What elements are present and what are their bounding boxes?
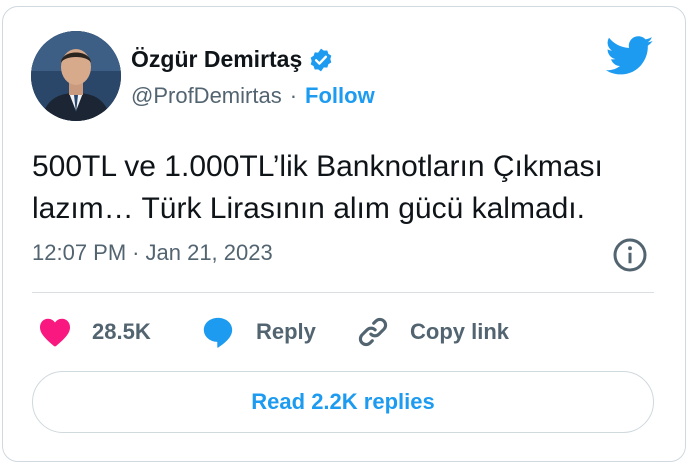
handle-separator: · <box>289 83 298 108</box>
tweet-text: 500TL ve 1.000TL’lik Banknotların Çıkmas… <box>32 146 662 230</box>
tweet-date: Jan 21, 2023 <box>145 240 273 265</box>
tweet-time: 12:07 PM <box>32 240 127 265</box>
follow-button[interactable]: Follow <box>305 83 375 109</box>
reply-button[interactable]: Reply <box>200 312 316 352</box>
reply-bubble-icon <box>203 317 233 348</box>
divider <box>32 292 654 293</box>
avatar-photo <box>31 31 121 121</box>
heart-icon <box>40 318 70 347</box>
copy-link-label: Copy link <box>410 319 510 344</box>
link-icon <box>358 317 388 347</box>
timestamp-separator: · <box>132 240 140 265</box>
info-icon[interactable] <box>612 237 648 273</box>
author-name-row: Özgür Demirtaş <box>131 46 334 73</box>
tweet-timestamp[interactable]: 12:07 PM · Jan 21, 2023 <box>32 240 273 266</box>
twitter-bird-icon[interactable] <box>606 36 654 76</box>
author-handle[interactable]: @ProfDemirtas <box>131 83 282 109</box>
read-replies-button[interactable]: Read 2.2K replies <box>32 371 654 433</box>
author-handle-row: @ProfDemirtas · Follow <box>131 83 375 109</box>
reply-label: Reply <box>256 319 316 344</box>
avatar[interactable] <box>31 31 121 121</box>
author-name[interactable]: Özgür Demirtaş <box>131 46 302 73</box>
like-count: 28.5K <box>92 319 151 344</box>
verified-badge-icon <box>310 48 332 71</box>
tweet-text-line-2: lazım… Türk Lirasının alım gücü kalmadı. <box>32 192 585 225</box>
tweet-text-line-1: 500TL ve 1.000TL’lik Banknotların Çıkmas… <box>32 150 603 183</box>
tweet-actions: 28.5K Reply Copy link <box>0 312 690 352</box>
like-button[interactable]: 28.5K <box>38 312 151 352</box>
read-replies-label: Read 2.2K replies <box>251 389 435 414</box>
copy-link-button[interactable]: Copy link <box>356 312 509 352</box>
